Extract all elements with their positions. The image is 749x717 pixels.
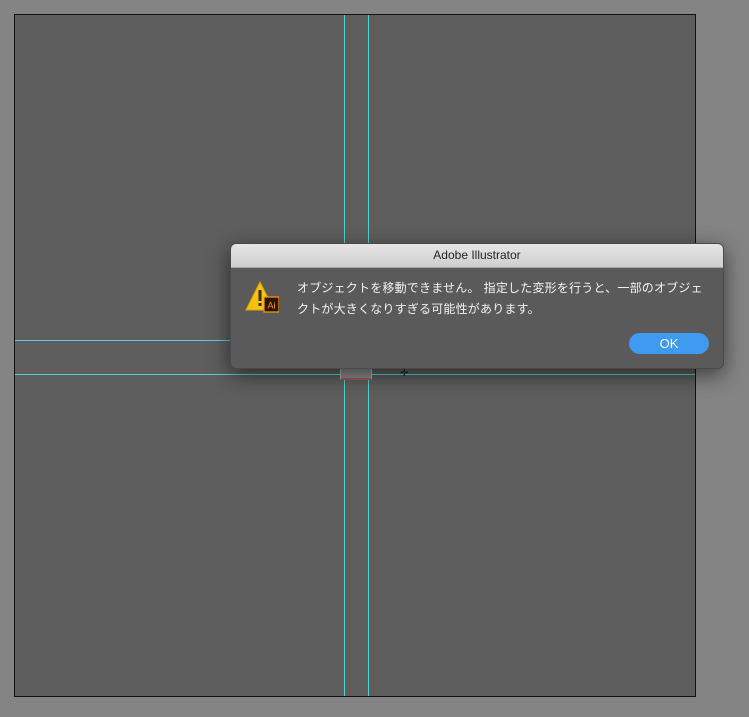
alert-dialog: Adobe Illustrator Ai オブジェクトを移動できません。 指定し… <box>230 243 724 369</box>
crosshair-cursor-icon: ✛ <box>400 368 409 379</box>
ok-button[interactable]: OK <box>629 333 709 354</box>
dialog-message: オブジェクトを移動できません。 指定した変形を行うと、一部のオブジェクトが大きく… <box>297 281 703 316</box>
warning-icon: Ai <box>245 280 280 314</box>
dialog-title: Adobe Illustrator <box>231 244 723 268</box>
app-badge-label: Ai <box>267 301 275 311</box>
